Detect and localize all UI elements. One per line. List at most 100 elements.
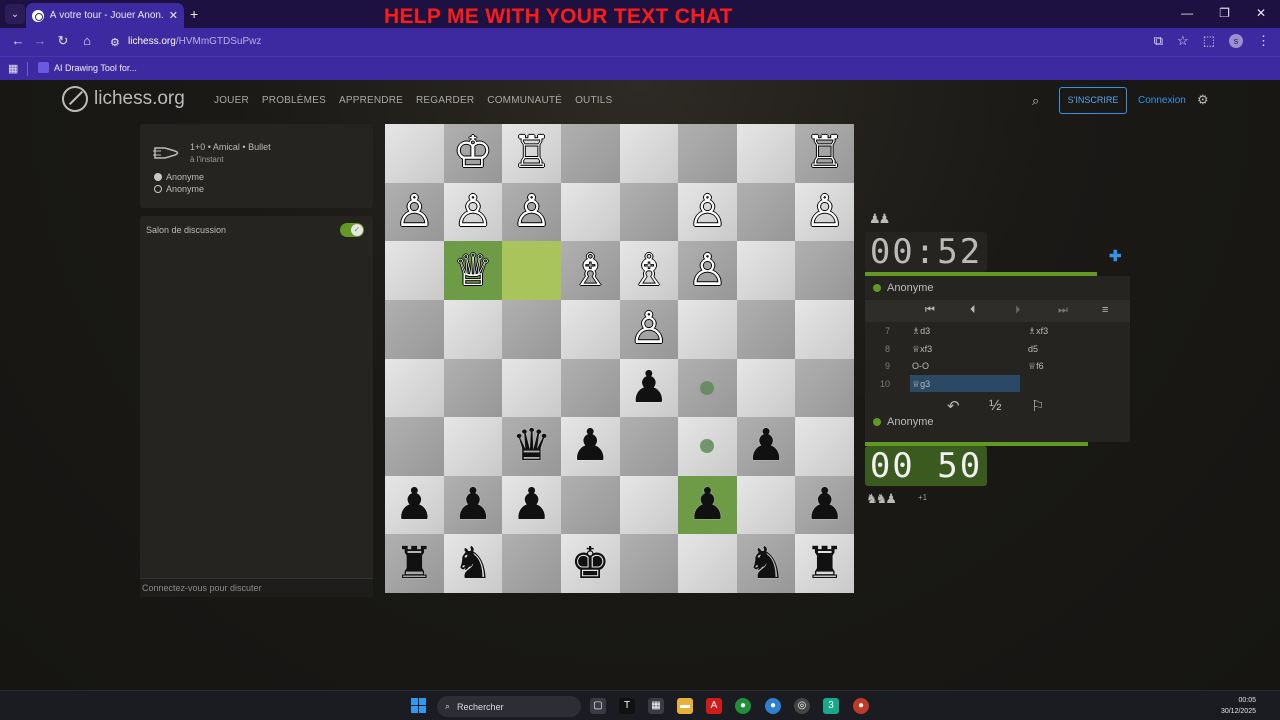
nav-apprendre[interactable]: APPRENDRE [339, 95, 403, 106]
resign-flag-icon[interactable]: ⚐ [1031, 397, 1044, 415]
white-piece-icon[interactable]: ♔ [444, 124, 503, 183]
black-piece-icon[interactable]: ♞ [737, 534, 796, 593]
app-icon[interactable]: ◎ [794, 698, 810, 714]
board-square[interactable] [619, 417, 679, 476]
next-move-icon[interactable]: ⏵ [1015, 304, 1021, 317]
board-square[interactable] [678, 299, 737, 359]
chess-board[interactable]: ♔ ♖ ♖ ♙ ♙ ♙ ♙ ♙ ♕ ♗ ♗ ♙ ♙ ♟ ♛ ♟ ♟ ♟ ♟ ♟ ♟ ♟ ♜ ♞ ♚ ♞ ♜ [385, 124, 854, 593]
board-square[interactable] [385, 241, 444, 300]
board-square[interactable] [619, 475, 679, 535]
black-piece-icon[interactable]: ♚ [561, 534, 620, 593]
back-icon[interactable]: ← [6, 33, 30, 48]
white-piece-icon[interactable]: ♙ [444, 183, 503, 242]
board-square[interactable] [795, 241, 854, 300]
white-piece-icon[interactable]: ♙ [678, 241, 737, 300]
board-square[interactable] [736, 358, 796, 418]
player-row[interactable]: Anonyme [873, 416, 933, 428]
black-piece-icon[interactable]: ♟ [795, 476, 854, 535]
browser-menu-icon[interactable]: ⋮ [1257, 33, 1270, 49]
board-square[interactable] [385, 417, 444, 476]
board-square[interactable] [560, 475, 620, 535]
nav-problemes[interactable]: PROBLÈMES [262, 95, 326, 106]
board-square[interactable] [385, 358, 444, 418]
last-move-icon[interactable]: ⏭ [1058, 304, 1068, 317]
profile-avatar[interactable]: s [1229, 34, 1243, 48]
nav-jouer[interactable]: JOUER [214, 95, 249, 106]
new-tab-icon[interactable]: + [190, 6, 198, 22]
white-piece-icon[interactable]: ♕ [444, 241, 503, 300]
black-piece-icon[interactable]: ♛ [502, 417, 561, 476]
player-white[interactable]: Anonyme [154, 172, 204, 182]
board-square[interactable] [502, 299, 561, 359]
chrome-profile-icon[interactable]: ● [765, 698, 781, 714]
board-square[interactable] [678, 124, 737, 183]
black-piece-icon[interactable]: ♜ [385, 534, 444, 593]
nav-regarder[interactable]: REGARDER [416, 95, 474, 106]
board-square[interactable] [560, 358, 620, 418]
nav-communaute[interactable]: COMMUNAUTÉ [487, 95, 562, 106]
takeback-icon[interactable]: ↶ [947, 397, 960, 415]
white-piece-icon[interactable]: ♗ [561, 241, 620, 300]
cast-icon[interactable]: ⧉ [1154, 33, 1163, 49]
board-square[interactable] [443, 358, 503, 418]
board-square[interactable] [443, 417, 503, 476]
black-piece-icon[interactable]: ♜ [795, 534, 854, 593]
bookmark-ai-drawing[interactable]: AI Drawing Tool for... [38, 62, 137, 73]
black-piece-icon[interactable]: ♟ [737, 417, 796, 476]
site-logo[interactable]: lichess.org [62, 86, 185, 112]
white-piece-icon[interactable]: ♗ [620, 241, 679, 300]
white-piece-icon[interactable]: ♙ [678, 183, 737, 242]
white-piece-icon[interactable]: ♙ [620, 300, 679, 359]
board-square[interactable] [795, 299, 854, 359]
white-piece-icon[interactable]: ♙ [502, 183, 561, 242]
board-square[interactable] [502, 241, 561, 300]
white-move[interactable]: ♕xf3 [912, 344, 932, 355]
board-square[interactable] [795, 358, 854, 418]
white-piece-icon[interactable]: ♖ [502, 124, 561, 183]
board-square[interactable] [502, 358, 561, 418]
board-square[interactable] [385, 124, 444, 183]
white-move[interactable]: ♕g3 [912, 379, 930, 390]
app-3-icon[interactable]: 3 [823, 698, 839, 714]
white-move[interactable]: O-O [912, 361, 929, 371]
home-icon[interactable]: ⌂ [75, 33, 99, 48]
black-piece-icon[interactable]: ♟ [620, 359, 679, 418]
tab-search-icon[interactable]: ⌄ [5, 4, 25, 24]
taskbar-search[interactable]: ⌕ Rechercher [437, 696, 581, 717]
folder-icon[interactable]: ▬ [677, 698, 693, 714]
black-piece-icon[interactable]: ♟ [678, 476, 737, 535]
tab-close-icon[interactable]: ✕ [169, 9, 178, 22]
black-move[interactable]: d5 [1028, 344, 1038, 354]
tray-clock[interactable]: 00:05 30/12/2025 [1221, 695, 1256, 717]
add-time-icon[interactable]: ✚ [1109, 247, 1122, 265]
board-square[interactable] [560, 182, 620, 242]
apps-grid-icon[interactable]: ▦ [8, 62, 18, 75]
first-move-icon[interactable]: ⏮ [925, 304, 935, 317]
board-square[interactable] [736, 124, 796, 183]
board-square[interactable] [443, 299, 503, 359]
draw-offer-button[interactable]: ½ [989, 397, 1002, 414]
opponent-row[interactable]: Anonyme [873, 282, 933, 294]
acrobat-icon[interactable]: A [706, 698, 722, 714]
windows-start-icon[interactable] [411, 698, 426, 713]
bookmark-star-icon[interactable]: ☆ [1177, 33, 1189, 49]
board-square[interactable] [619, 124, 679, 183]
chrome-red-icon[interactable]: ● [853, 698, 869, 714]
board-square[interactable] [736, 182, 796, 242]
gear-icon[interactable]: ⚙ [1197, 92, 1209, 108]
site-info-icon[interactable]: ⚙ [110, 36, 120, 49]
store-icon[interactable]: ▦ [648, 698, 664, 714]
board-square[interactable] [560, 124, 620, 183]
black-move[interactable]: ♕f6 [1028, 361, 1044, 372]
board-square[interactable] [795, 417, 854, 476]
maximize-icon[interactable]: ❐ [1219, 6, 1230, 20]
black-piece-icon[interactable]: ♟ [502, 476, 561, 535]
chat-toggle[interactable] [340, 223, 364, 237]
close-window-icon[interactable]: ✕ [1256, 6, 1266, 20]
chrome-icon[interactable]: ● [735, 698, 751, 714]
reload-icon[interactable]: ↻ [51, 33, 75, 49]
search-icon[interactable]: ⌕ [1032, 93, 1039, 109]
black-piece-icon[interactable]: ♟ [444, 476, 503, 535]
white-piece-icon[interactable]: ♙ [795, 183, 854, 242]
board-square[interactable] [619, 534, 679, 593]
